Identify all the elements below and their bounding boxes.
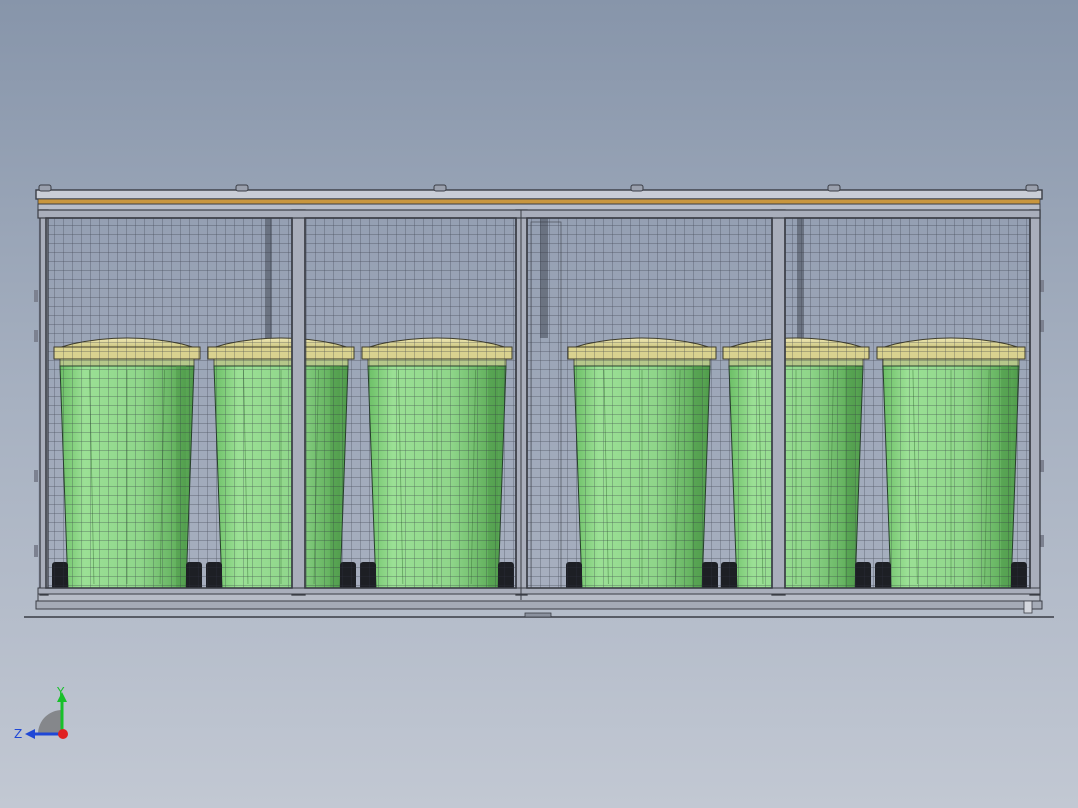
left-hinge (34, 545, 38, 557)
bottom-rail (37, 587, 1041, 595)
roof-bracket (827, 184, 841, 192)
roof-bracket (433, 184, 447, 192)
triad-arc-shape (38, 710, 62, 734)
left-hinge (34, 330, 38, 342)
enclosure-drawing (24, 184, 1054, 618)
roof-bracket (1025, 184, 1039, 192)
frame-post (291, 209, 306, 596)
left-hinge (34, 470, 38, 482)
roof-bracket (235, 184, 249, 192)
mesh-panel (305, 218, 516, 592)
z-axis-label: Z (14, 727, 22, 741)
roof-trim (37, 198, 1041, 205)
top-rail (37, 209, 1041, 219)
orientation-triad: Y Z (14, 685, 68, 741)
frame-post (1029, 209, 1041, 596)
mesh-panel (527, 218, 772, 592)
roof-cap (35, 189, 1043, 200)
y-axis-label: Y (56, 685, 65, 699)
x-axis-dot (58, 729, 68, 739)
cad-viewport[interactable]: Y Z (0, 0, 1078, 808)
frame-post (771, 209, 786, 596)
mesh-panel (785, 218, 1030, 592)
z-axis-arrowhead (25, 729, 35, 739)
base-frame (35, 600, 1043, 610)
mesh-panel (46, 218, 292, 592)
mesh-panels (46, 218, 1030, 592)
corner-foot (1023, 600, 1033, 614)
roof-bracket (630, 184, 644, 192)
left-hinge (34, 290, 38, 302)
roof-bracket (38, 184, 52, 192)
door-guide (524, 612, 552, 618)
